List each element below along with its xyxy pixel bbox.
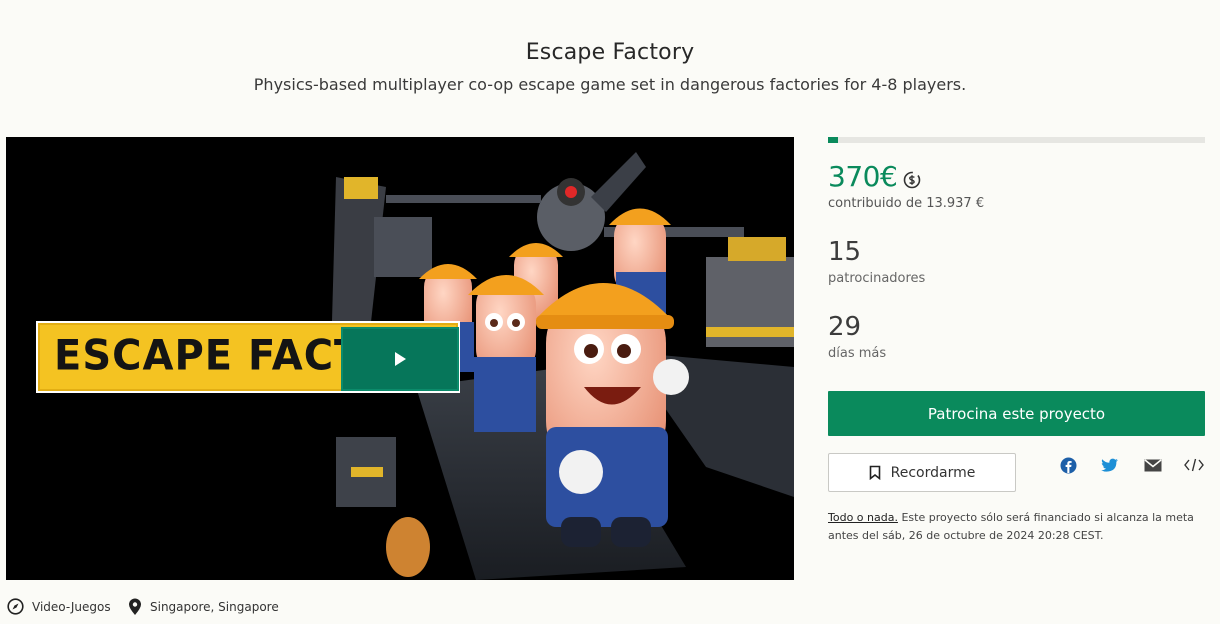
project-title: Escape Factory — [525, 40, 695, 65]
funding-note: Todo o nada. Este proyecto sólo será fin… — [828, 509, 1208, 545]
video-play-button[interactable] — [341, 327, 459, 391]
amount-raised-label: contribuido de 13.937 € — [828, 196, 985, 211]
email-icon[interactable] — [1143, 455, 1163, 475]
facebook-icon[interactable] — [1058, 455, 1078, 475]
backers-count: 15 — [828, 237, 862, 267]
back-project-button[interactable]: Patrocina este proyecto — [828, 391, 1205, 436]
embed-icon[interactable] — [1184, 455, 1204, 475]
days-left-label: días más — [828, 346, 887, 361]
twitter-icon[interactable] — [1100, 455, 1120, 475]
all-or-nothing-link[interactable]: Todo o nada. — [828, 511, 898, 524]
location-link[interactable]: Singapore, Singapore — [128, 598, 279, 616]
currency-convert-icon[interactable] — [902, 170, 922, 190]
backers-label: patrocinadores — [828, 271, 926, 286]
funding-progress-bar — [828, 137, 1205, 143]
game-logo-text: ESCAPE FACT — [54, 331, 363, 381]
project-subtitle: Physics-based multiplayer co-op escape g… — [253, 75, 967, 94]
map-pin-icon — [129, 598, 141, 615]
days-left-count: 29 — [828, 312, 862, 342]
funding-progress-fill — [828, 137, 839, 143]
category-label: Video-Juegos — [32, 599, 111, 614]
video-player[interactable]: ESCAPE FACT — [6, 137, 794, 580]
play-icon — [395, 352, 406, 366]
remind-me-button[interactable]: Recordarme — [828, 453, 1016, 492]
remind-me-label: Recordarme — [890, 464, 976, 481]
amount-raised: 370€ — [828, 160, 898, 193]
location-label: Singapore, Singapore — [150, 600, 279, 614]
category-link[interactable]: Video-Juegos — [7, 598, 111, 615]
bookmark-icon — [869, 465, 880, 480]
compass-icon — [7, 598, 24, 615]
